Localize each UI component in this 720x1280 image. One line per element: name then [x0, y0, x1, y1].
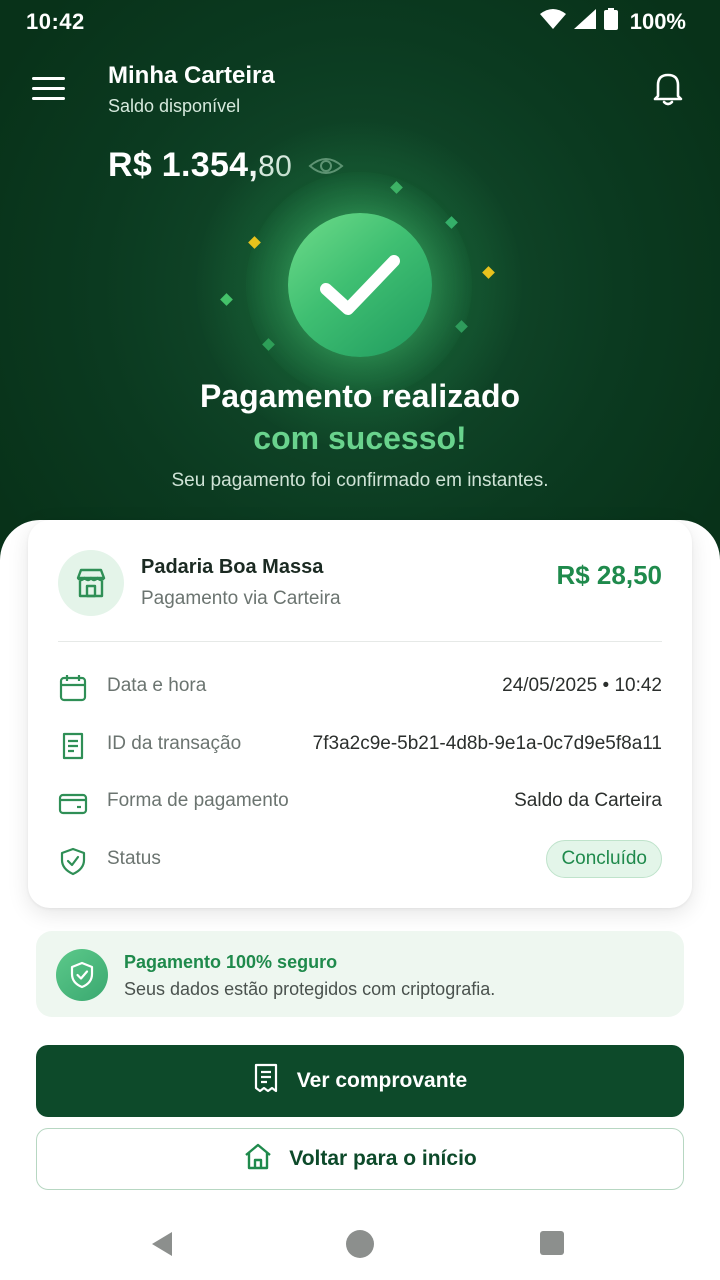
success-title-highlight: com sucesso!	[253, 420, 467, 456]
detail-label: Status	[107, 848, 161, 869]
page-subtitle: Saldo disponível	[108, 96, 241, 116]
security-text: Seus dados estão protegidos com criptogr…	[124, 979, 496, 999]
success-check-icon	[288, 213, 432, 357]
detail-label: ID da transação	[107, 733, 242, 754]
system-nav-bar	[0, 1206, 720, 1280]
status-badge: Concluído	[546, 840, 662, 878]
notifications-bell-icon[interactable]	[648, 68, 688, 108]
status-bar: 10:42 100%	[0, 0, 720, 42]
detail-value: Saldo da Carteira	[514, 790, 662, 811]
shield-check-icon	[58, 846, 88, 876]
success-title: Pagamento realizado	[199, 378, 521, 414]
detail-row-date: Data e hora 24/05/2025 • 10:42	[58, 667, 662, 707]
detail-row-payment-method: Forma de pagamento Saldo da Carteira	[58, 782, 662, 822]
view-receipt-label: Ver comprovante	[296, 1069, 468, 1092]
back-home-label: Voltar para o início	[289, 1147, 477, 1170]
wifi-icon	[539, 9, 566, 35]
detail-row-transaction-id: ID da transação 7f3a2c9e-5b21-4d8b-9e1a-…	[58, 725, 662, 765]
page-title: Minha Carteira	[108, 62, 275, 89]
receipt-icon	[253, 1063, 279, 1099]
home-icon	[243, 1142, 273, 1176]
detail-label: Data e hora	[107, 675, 207, 696]
status-time: 10:42	[26, 9, 85, 34]
receipt-icon	[58, 731, 88, 761]
store-icon	[58, 550, 124, 616]
wallet-icon	[58, 788, 88, 818]
nav-back-icon[interactable]	[150, 1230, 174, 1263]
view-receipt-button[interactable]: Ver comprovante	[36, 1045, 684, 1117]
merchant-name: Padaria Boa Massa	[141, 556, 324, 578]
shield-icon	[56, 949, 108, 1001]
security-notice: Pagamento 100% seguro Seus dados estão p…	[36, 931, 684, 1017]
payment-amount: R$ 28,50	[556, 560, 662, 590]
detail-label: Forma de pagamento	[107, 790, 289, 811]
detail-row-status: Status Concluído	[58, 840, 662, 880]
signal-icon	[573, 9, 596, 35]
success-subtitle: Seu pagamento foi confirmado em instante…	[171, 470, 549, 491]
calendar-icon	[58, 673, 88, 703]
nav-recents-icon[interactable]	[540, 1231, 564, 1255]
divider	[58, 641, 662, 642]
success-hero: 10:42 100% Minha Carteira Saldo disponív…	[0, 0, 720, 600]
security-title: Pagamento 100% seguro	[124, 952, 338, 972]
nav-home-icon[interactable]	[346, 1230, 374, 1258]
transaction-card: Padaria Boa Massa Pagamento via Carteira…	[28, 520, 692, 908]
payment-method-label: Pagamento via Carteira	[141, 588, 341, 609]
battery-icon	[603, 8, 618, 36]
menu-button[interactable]	[28, 70, 70, 108]
back-home-button[interactable]: Voltar para o início	[36, 1128, 684, 1190]
detail-value: 24/05/2025 • 10:42	[502, 675, 662, 696]
transaction-id[interactable]: 7f3a2c9e-5b21-4d8b-9e1a-0c7d9e5f8a11	[313, 733, 662, 755]
battery-percent: 100%	[629, 9, 686, 34]
